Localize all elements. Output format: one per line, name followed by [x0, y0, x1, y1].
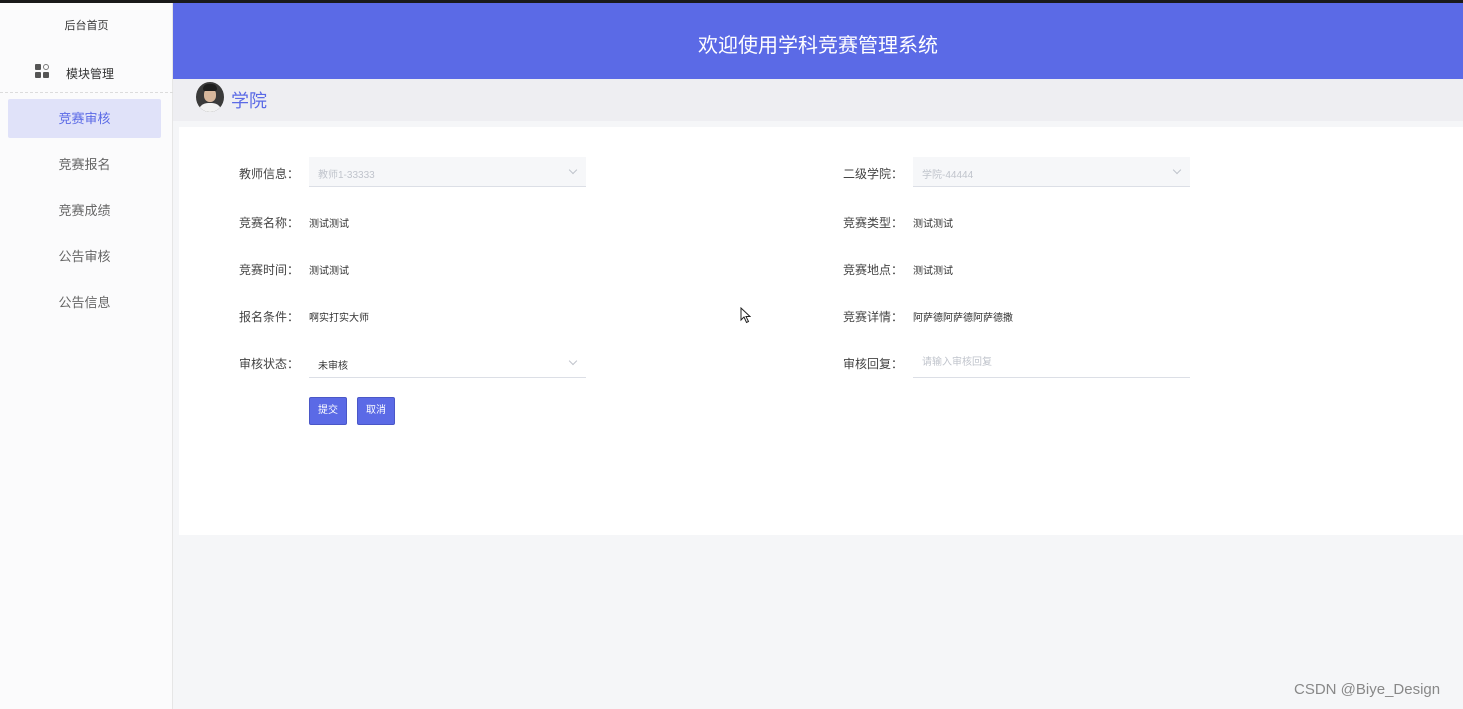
signup-conditions-value: 啊实打实大师 [309, 313, 369, 324]
sidebar-item-competition-scores[interactable]: 竞赛成绩 [8, 191, 161, 230]
sidebar-home-link[interactable]: 后台首页 [0, 17, 173, 33]
review-status-select[interactable]: 未审核 [309, 348, 586, 378]
chevron-down-icon [568, 356, 578, 366]
competition-time-label: 竞赛时间： [239, 263, 300, 277]
competition-details-label: 竞赛详情： [843, 310, 904, 324]
competition-type-label: 竞赛类型： [843, 216, 904, 230]
competition-time-value: 测试测试 [309, 266, 349, 277]
chevron-down-icon [568, 165, 578, 175]
competition-name-label: 竞赛名称： [239, 216, 300, 230]
review-reply-input[interactable] [913, 348, 1190, 377]
college-select[interactable]: 学院-44444 [913, 157, 1190, 187]
sidebar: 后台首页 模块管理 竞赛审核 竞赛报名 竞赛成绩 公告审核 公告信息 [0, 3, 173, 709]
review-reply-field[interactable] [913, 348, 1190, 378]
review-form-card: 教师信息： 教师1-33333 二级学院： 学院-44444 竞赛名称： 测试测… [179, 127, 1463, 535]
competition-type-value: 测试测试 [913, 219, 953, 230]
top-header: 欢迎使用学科竞赛管理系统 [173, 3, 1463, 79]
teacher-info-label: 教师信息： [239, 167, 300, 181]
competition-name-value: 测试测试 [309, 219, 349, 230]
review-status-label: 审核状态： [239, 357, 300, 371]
watermark: CSDN @Biye_Design [1294, 681, 1441, 698]
sidebar-item-notice-info[interactable]: 公告信息 [8, 283, 161, 322]
cancel-button[interactable]: 取消 [357, 397, 395, 425]
college-value: 学院-44444 [922, 170, 974, 181]
user-role-label: 学院 [231, 91, 267, 111]
user-bar: 学院 [173, 79, 1463, 121]
apps-icon [35, 64, 49, 78]
sidebar-item-notice-review[interactable]: 公告审核 [8, 237, 161, 276]
submit-button[interactable]: 提交 [309, 397, 347, 425]
sidebar-item-competition-signup[interactable]: 竞赛报名 [8, 145, 161, 184]
mouse-cursor-icon [740, 307, 751, 324]
chevron-down-icon [1172, 165, 1182, 175]
review-status-value: 未审核 [318, 361, 348, 372]
signup-conditions-label: 报名条件： [239, 310, 300, 324]
avatar[interactable] [196, 82, 224, 112]
teacher-info-select[interactable]: 教师1-33333 [309, 157, 586, 187]
competition-details-value: 阿萨德阿萨德阿萨德撒 [913, 313, 1013, 324]
competition-place-value: 测试测试 [913, 266, 953, 277]
sidebar-menu: 竞赛审核 竞赛报名 竞赛成绩 公告审核 公告信息 [0, 99, 173, 329]
module-management-label: 模块管理 [66, 67, 115, 81]
page-title: 欢迎使用学科竞赛管理系统 [698, 35, 938, 57]
review-reply-label: 审核回复： [843, 357, 904, 371]
teacher-info-value: 教师1-33333 [318, 170, 375, 181]
sidebar-item-competition-review[interactable]: 竞赛审核 [8, 99, 161, 138]
competition-place-label: 竞赛地点： [843, 263, 904, 277]
college-label: 二级学院： [843, 167, 904, 181]
module-management-header[interactable]: 模块管理 [0, 59, 173, 93]
